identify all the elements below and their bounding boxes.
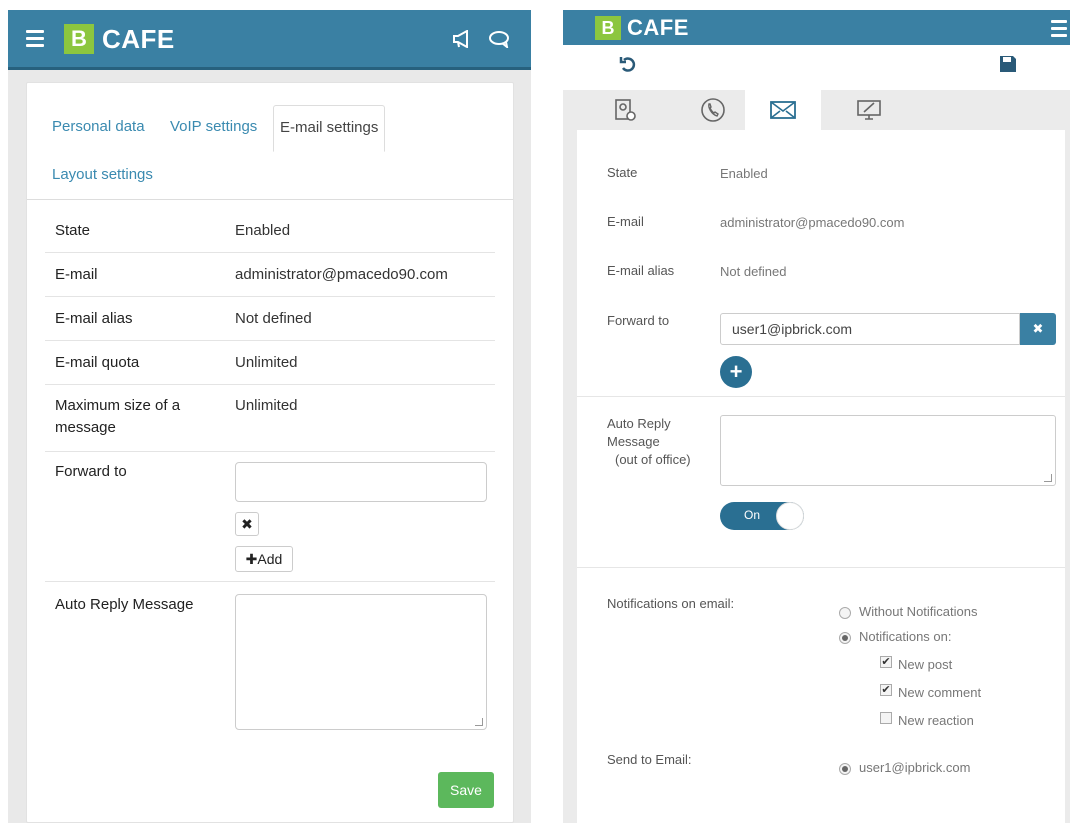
brand-name: CAFE xyxy=(102,24,175,54)
state-label: State xyxy=(55,222,91,239)
right-screen: B CAFE State Enabled E-mail administrato… xyxy=(563,10,1070,823)
email-value: administrator@pmacedo90.com xyxy=(235,266,448,283)
forward-to-input[interactable] xyxy=(235,462,487,502)
resize-grip-icon[interactable] xyxy=(475,718,483,726)
remove-forward-button[interactable]: ✖ xyxy=(1020,313,1056,345)
auto-reply-textarea[interactable] xyxy=(235,594,487,730)
notifications-label: Notifications on email: xyxy=(607,596,735,611)
auto-reply-label: Auto Reply Message xyxy=(55,596,194,613)
email-value: administrator@pmacedo90.com xyxy=(720,215,905,230)
row-state: State Enabled xyxy=(45,208,495,253)
resize-grip-icon[interactable] xyxy=(1044,474,1052,482)
remove-forward-button[interactable]: ✖ xyxy=(235,512,259,536)
email-label: E-mail xyxy=(55,266,98,283)
row-auto-reply: Auto Reply Message xyxy=(45,582,495,742)
section-divider xyxy=(577,567,1065,568)
auto-reply-toggle[interactable]: On xyxy=(720,502,804,530)
app-header: B CAFE xyxy=(8,10,531,70)
auto-reply-label: (out of office) xyxy=(615,452,691,467)
add-forward-button[interactable]: + xyxy=(720,356,752,388)
chat-icon[interactable] xyxy=(488,30,510,53)
action-toolbar xyxy=(563,45,1070,90)
email-alias-value: Not defined xyxy=(720,264,787,279)
checkbox-new-reaction[interactable] xyxy=(880,712,892,724)
email-quota-value: Unlimited xyxy=(235,354,298,371)
tab-personal-data[interactable] xyxy=(587,90,663,130)
forward-to-label: Forward to xyxy=(607,313,670,328)
auto-reply-label: Auto Reply xyxy=(607,416,671,431)
row-forward-to: Forward to ✖ ✚Add xyxy=(45,452,495,582)
save-button[interactable]: Save xyxy=(438,772,494,808)
monitor-edit-icon xyxy=(857,99,881,120)
email-alias-label: E-mail alias xyxy=(55,310,133,327)
notifications-on-label: Notifications on: xyxy=(859,629,952,644)
app-header-mobile: B CAFE xyxy=(563,10,1070,45)
save-icon[interactable] xyxy=(999,55,1017,78)
row-email-alias: E-mail alias Not defined xyxy=(45,297,495,341)
email-settings-card: State Enabled E-mail administrator@pmace… xyxy=(577,130,1065,823)
row-email-quota: E-mail quota Unlimited xyxy=(45,341,495,385)
checkbox-new-post[interactable]: ✔ xyxy=(880,656,892,668)
brand-logo: B xyxy=(64,24,94,54)
tab-voip-settings[interactable] xyxy=(675,90,751,130)
auto-reply-textarea[interactable] xyxy=(720,415,1056,486)
auto-reply-label: Message xyxy=(607,434,660,449)
row-max-size: Maximum size of a message Unlimited xyxy=(45,385,495,452)
tab-email-settings[interactable] xyxy=(745,90,821,130)
tab-email-settings[interactable]: E-mail settings xyxy=(273,105,386,152)
radio-send-to-email[interactable] xyxy=(839,763,851,775)
brand-name: CAFE xyxy=(627,15,689,40)
tab-voip-settings[interactable]: VoIP settings xyxy=(170,118,257,135)
row-email: E-mail administrator@pmacedo90.com xyxy=(45,253,495,297)
menu-icon[interactable] xyxy=(1051,20,1067,37)
without-notifications-label: Without Notifications xyxy=(859,604,978,619)
add-label: Add xyxy=(257,551,283,567)
tab-layout-settings[interactable] xyxy=(831,90,907,130)
left-screen: B CAFE Personal data VoIP settings E-mai… xyxy=(8,10,531,823)
checkbox-new-comment[interactable]: ✔ xyxy=(880,684,892,696)
tab-layout-settings[interactable]: Layout settings xyxy=(52,166,153,183)
new-post-label: New post xyxy=(898,657,953,672)
envelope-icon xyxy=(770,100,796,119)
state-label: State xyxy=(607,165,638,180)
radio-notifications-on[interactable] xyxy=(839,632,851,644)
tab-personal-data[interactable]: Personal data xyxy=(52,118,145,135)
email-quota-label: E-mail quota xyxy=(55,354,140,371)
state-value: Enabled xyxy=(235,222,291,239)
radio-without-notifications[interactable] xyxy=(839,607,851,619)
settings-card: Personal data VoIP settings E-mail setti… xyxy=(26,82,514,823)
section-divider xyxy=(577,396,1065,397)
forward-to-label: Forward to xyxy=(55,463,127,480)
new-comment-label: New comment xyxy=(898,685,982,700)
phone-icon xyxy=(701,97,725,122)
megaphone-icon[interactable] xyxy=(452,29,474,53)
settings-tabs: Personal data VoIP settings E-mail setti… xyxy=(27,83,513,200)
profile-card-icon xyxy=(615,98,636,121)
settings-icon-tabs xyxy=(577,90,1065,130)
undo-icon[interactable] xyxy=(619,55,637,78)
add-forward-button[interactable]: ✚Add xyxy=(235,546,293,572)
max-size-label: Maximum size of a message xyxy=(55,397,181,436)
menu-icon[interactable] xyxy=(26,30,44,47)
plus-icon: ✚ xyxy=(245,551,258,567)
brand-logo: B xyxy=(595,16,621,40)
toggle-knob xyxy=(776,502,804,530)
toggle-label: On xyxy=(744,508,761,522)
max-size-value: Unlimited xyxy=(235,397,298,414)
send-to-email-label: Send to Email: xyxy=(607,752,692,767)
email-label: E-mail xyxy=(607,214,644,229)
send-to-email-value: user1@ipbrick.com xyxy=(859,760,971,775)
state-value: Enabled xyxy=(720,166,768,181)
email-alias-label: E-mail alias xyxy=(607,263,675,278)
email-alias-value: Not defined xyxy=(235,310,312,327)
new-reaction-label: New reaction xyxy=(898,713,974,728)
forward-to-input[interactable]: user1@ipbrick.com xyxy=(720,313,1020,345)
